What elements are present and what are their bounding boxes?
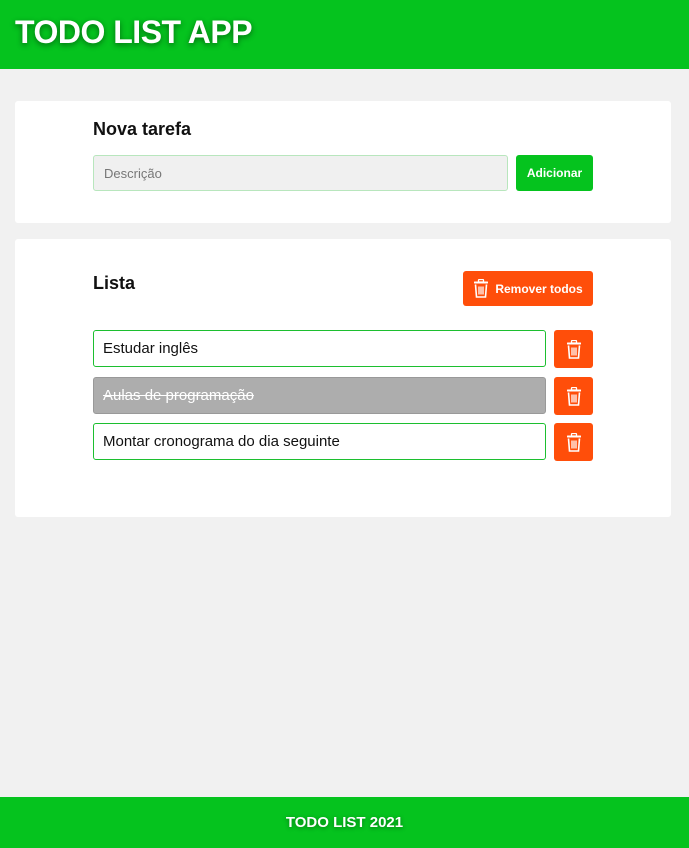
footer-text: TODO LIST 2021 bbox=[285, 814, 404, 831]
task-item: Estudar inglês bbox=[93, 330, 593, 368]
new-task-card: Nova tarefa Adicionar bbox=[15, 101, 671, 223]
new-task-title: Nova tarefa bbox=[93, 119, 192, 139]
task-item: Aulas de programação bbox=[93, 377, 593, 415]
list-title: Lista bbox=[93, 273, 136, 293]
task-text[interactable]: Montar cronograma do dia seguinte bbox=[93, 423, 546, 460]
task-text-done[interactable]: Aulas de programação bbox=[93, 377, 546, 414]
app-title: TODO LIST APP bbox=[15, 14, 253, 50]
app-footer: TODO LIST 2021 bbox=[0, 797, 689, 848]
trash-icon bbox=[566, 432, 582, 452]
delete-task-button[interactable] bbox=[554, 377, 593, 415]
task-list-card: Lista Remover todos Estudar inglês Aulas… bbox=[15, 239, 671, 517]
trash-icon bbox=[566, 386, 582, 406]
description-input[interactable] bbox=[93, 155, 508, 191]
trash-icon bbox=[566, 339, 582, 359]
remove-all-button[interactable]: Remover todos bbox=[463, 271, 593, 306]
task-text[interactable]: Estudar inglês bbox=[93, 330, 546, 367]
add-task-button[interactable]: Adicionar bbox=[516, 155, 593, 191]
app-header: TODO LIST APP bbox=[0, 0, 689, 69]
remove-all-label: Remover todos bbox=[495, 281, 583, 296]
delete-task-button[interactable] bbox=[554, 423, 593, 461]
delete-task-button[interactable] bbox=[554, 330, 593, 368]
task-item: Montar cronograma do dia seguinte bbox=[93, 423, 593, 461]
trash-icon bbox=[473, 279, 489, 298]
